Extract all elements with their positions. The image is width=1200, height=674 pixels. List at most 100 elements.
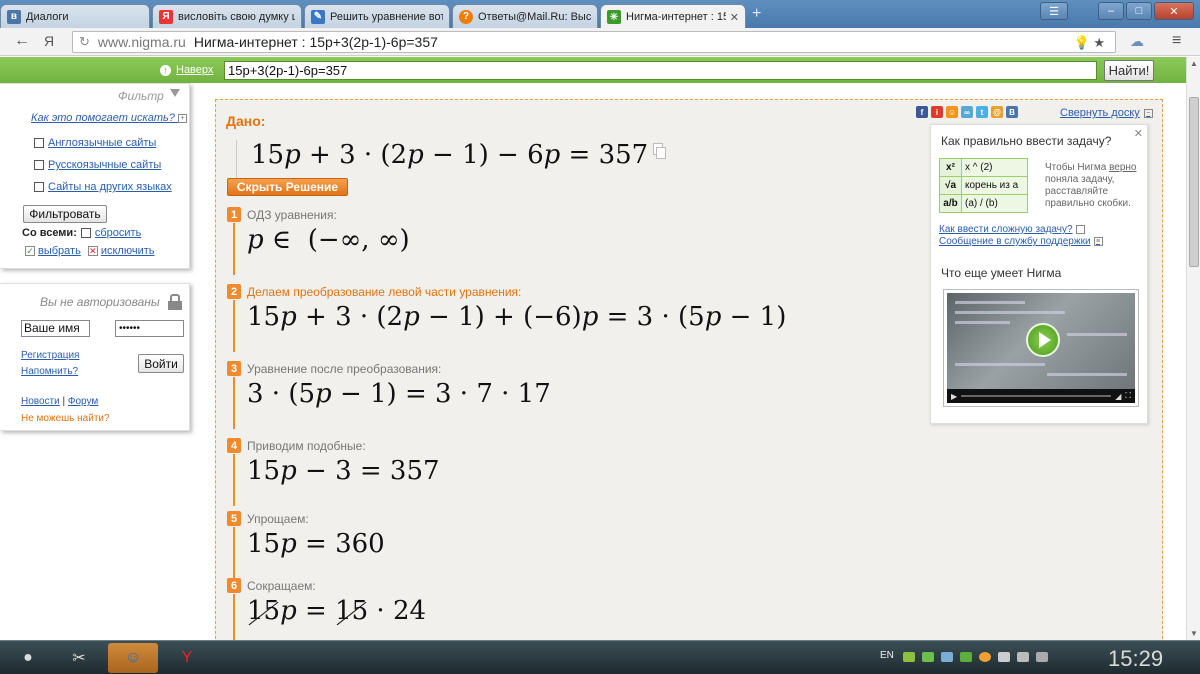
step-formula: 15p = 360 (247, 529, 385, 559)
tray-icon[interactable] (941, 652, 953, 662)
back-arrow-icon[interactable]: ← (14, 32, 30, 50)
link-icon[interactable]: ∞ (961, 106, 973, 118)
register-link[interactable]: Регистрация (21, 350, 79, 361)
lock-body (168, 301, 182, 310)
step-formula: 15p − 3 = 357 (247, 456, 440, 486)
close-tab-icon[interactable]: ✕ (730, 11, 739, 24)
checkbox[interactable] (34, 160, 44, 170)
menu-icon[interactable]: ≡ (1172, 32, 1181, 50)
maximize-button[interactable]: □ (1126, 2, 1152, 20)
scroll-top-link[interactable]: ↑ Наверх (160, 64, 213, 76)
mailru-icon[interactable]: @ (991, 106, 1003, 118)
checkbox[interactable] (34, 182, 44, 192)
help-text: Чтобы Нигма верно поняла задачу, расстав… (1045, 162, 1145, 210)
close-window-button[interactable]: ✕ (1154, 2, 1194, 20)
language-indicator[interactable]: EN (880, 650, 894, 661)
scissors-icon[interactable]: ✂ (54, 643, 104, 673)
tray-icon[interactable] (979, 652, 991, 662)
scrollbar-thumb[interactable] (1189, 97, 1199, 267)
news-link[interactable]: Новости (21, 396, 60, 407)
browser-window: в Диалоги Я висловіть свою думку щ ✎ Реш… (0, 0, 1200, 674)
filter-russian[interactable]: Русскоязычные сайты (34, 159, 161, 171)
tab-opinion[interactable]: Я висловіть свою думку щ (152, 4, 302, 28)
tray-icon[interactable] (960, 652, 972, 662)
bookmark-star-icon[interactable]: 💡 ★ (1074, 35, 1105, 51)
filter-english[interactable]: Англоязычные сайты (34, 137, 156, 149)
odnoklassniki-icon[interactable]: i (931, 106, 943, 118)
step-formula: p ∈ (−∞, ∞) (247, 225, 410, 255)
video-player[interactable]: ▶ ◢ ⛶ (943, 289, 1139, 407)
filter-panel: Фильтр Как это помогает искать? + Англоя… (0, 83, 190, 269)
step-number: 5 (227, 511, 241, 526)
step-bar (233, 527, 235, 579)
hide-solution-button[interactable]: Скрыть Решение (227, 178, 348, 196)
share-icons: f i ☺ ∞ t @ B (916, 106, 1018, 118)
step-number: 6 (227, 578, 241, 593)
tab-dialogs[interactable]: в Диалоги (0, 4, 150, 28)
username-field[interactable]: Ваше имя (21, 320, 90, 337)
apple-icon[interactable]: ● (8, 643, 48, 673)
login-button[interactable]: Войти (138, 354, 184, 373)
remind-link[interactable]: Напомнить? (21, 366, 78, 377)
address-bar[interactable]: ↻ www.nigma.ru Нигма-интернет : 15p+3(2p… (72, 31, 1116, 53)
close-icon[interactable]: ✕ (1134, 127, 1143, 140)
filter-other[interactable]: Сайты на других языках (34, 181, 172, 193)
fullscreen-icon[interactable]: ⛶ (1125, 391, 1131, 401)
password-field[interactable]: •••••• (115, 320, 184, 337)
scrollbar[interactable]: ▲ ▼ (1186, 57, 1200, 640)
people-icon[interactable]: ☺ (946, 106, 958, 118)
volume-tray-icon[interactable] (998, 652, 1010, 662)
syntax-table: x² x ^ (2) √a корень из a a/b (a) / (b) (939, 158, 1028, 213)
video-progress-track[interactable] (961, 395, 1112, 397)
window-menu-button[interactable]: ☰ (1040, 2, 1068, 20)
complex-task-label: Как ввести сложную задачу? (939, 224, 1073, 235)
checkbox[interactable] (80, 228, 91, 238)
play-button-icon[interactable] (1026, 323, 1060, 357)
with-all-row: Со всеми: сбросить (22, 227, 141, 239)
filter-button[interactable]: Фильтровать (23, 205, 107, 223)
finder-icon[interactable]: ☺ (108, 643, 158, 673)
play-small-icon[interactable]: ▶ (951, 392, 957, 401)
video-screen[interactable] (947, 293, 1135, 389)
reset-link[interactable]: сбросить (95, 227, 141, 239)
support-link[interactable]: Сообщение в службу поддержки ≡ (939, 236, 1103, 247)
notification-tray-icon[interactable] (1036, 652, 1048, 662)
tab-answers[interactable]: ? Ответы@Mail.Ru: Высл (452, 4, 598, 28)
tray-icon[interactable] (922, 652, 934, 662)
tab-nigma[interactable]: ✳ Нигма-интернет : 15p+3 ✕ (600, 4, 746, 29)
not-authorized-label: Вы не авторизованы (40, 295, 160, 309)
select-link[interactable]: выбрать (38, 245, 81, 257)
vk-icon: в (7, 9, 21, 24)
tab-label: Нигма-интернет : 15p+3 (626, 11, 726, 23)
solution-board: Дано: 15p + 3 · (2p − 1) − 6p = 357 Скры… (215, 99, 1163, 640)
step-bar (233, 594, 235, 640)
scroll-down-icon[interactable]: ▼ (1190, 629, 1198, 638)
extension-icon[interactable]: ☁ (1130, 33, 1148, 51)
syntax-row: √a корень из a (939, 176, 1028, 195)
minimize-button[interactable]: – (1098, 2, 1124, 20)
cant-find-link[interactable]: Не можешь найти? (21, 413, 110, 424)
scroll-up-icon[interactable]: ▲ (1190, 59, 1198, 68)
volume-icon[interactable]: ◢ (1115, 392, 1121, 401)
twitter-icon[interactable]: t (976, 106, 988, 118)
vkontakte-icon[interactable]: B (1006, 106, 1018, 118)
tray-icon[interactable] (903, 652, 915, 662)
forum-link[interactable]: Форум (68, 396, 98, 407)
clock[interactable]: 15:29 (1108, 646, 1163, 672)
collapse-board-link[interactable]: Свернуть доску − (1060, 107, 1153, 119)
facebook-icon[interactable]: f (916, 106, 928, 118)
find-button[interactable]: Найти! (1104, 60, 1154, 81)
search-input[interactable]: 15p+3(2p-1)-6p=357 (224, 61, 1097, 80)
complex-task-link[interactable]: Как ввести сложную задачу? (939, 224, 1085, 235)
new-tab-button[interactable]: + (752, 5, 761, 23)
network-tray-icon[interactable] (1017, 652, 1029, 662)
yandex-browser-icon[interactable]: Y (162, 643, 212, 673)
reload-icon[interactable]: ↻ (79, 34, 90, 50)
exclude-link[interactable]: исключить (101, 245, 155, 257)
message-icon: ≡ (1093, 237, 1103, 246)
how-helps-link[interactable]: Как это помогает искать? + (31, 112, 187, 124)
tab-solve[interactable]: ✎ Решить уравнение вот (304, 4, 450, 28)
yandex-home-button[interactable]: Я (44, 33, 54, 49)
checkbox[interactable] (34, 138, 44, 148)
cross-icon: ✕ (87, 246, 98, 256)
